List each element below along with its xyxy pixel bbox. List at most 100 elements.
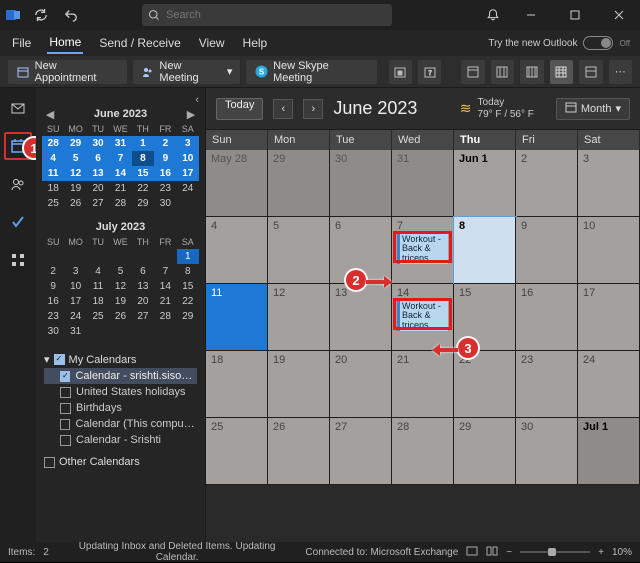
minimize-button[interactable] — [514, 1, 548, 29]
date-range-button[interactable]: Month ▾ — [556, 98, 630, 120]
menu-view[interactable]: View — [197, 33, 227, 53]
mini-cal-day[interactable]: 9 — [154, 151, 176, 166]
day-cell[interactable]: 23 — [516, 351, 578, 418]
zoom-slider[interactable] — [520, 551, 590, 553]
zoom-out-icon[interactable]: − — [506, 547, 512, 558]
day-cell[interactable]: 5 — [268, 217, 330, 284]
mini-cal-day[interactable]: 24 — [64, 309, 86, 324]
mini-cal-day[interactable]: 5 — [64, 151, 86, 166]
day-cell[interactable]: 17 — [578, 284, 640, 351]
mini-cal-day[interactable]: 28 — [42, 136, 64, 151]
mini-cal-day[interactable]: 6 — [132, 264, 154, 279]
mini-cal-day[interactable]: 30 — [154, 196, 176, 211]
mini-calendar-july[interactable]: July 2023 SUMOTUWETHFRSA 123456789101112… — [42, 219, 199, 339]
day-cell[interactable]: May 28 — [206, 150, 268, 217]
day-cell[interactable]: Jun 1 — [454, 150, 516, 217]
menu-home[interactable]: Home — [47, 32, 83, 54]
search-box[interactable] — [142, 4, 392, 26]
day-cell[interactable]: 21 — [392, 351, 454, 418]
calendar-list-item[interactable]: Calendar (This computer... — [44, 416, 197, 432]
day-cell[interactable]: 10 — [578, 217, 640, 284]
calendar-group-my[interactable]: ▾ My Calendars — [44, 351, 197, 368]
view-day-button[interactable] — [461, 60, 484, 84]
maximize-button[interactable] — [558, 1, 592, 29]
mini-cal-day[interactable]: 12 — [64, 166, 86, 181]
day-cell[interactable]: 27 — [330, 418, 392, 485]
mini-cal-day[interactable] — [87, 249, 109, 264]
search-input[interactable] — [166, 9, 386, 21]
mini-cal-day[interactable]: 20 — [132, 294, 154, 309]
menu-send-receive[interactable]: Send / Receive — [97, 33, 182, 53]
mini-cal-day[interactable]: 7 — [109, 151, 131, 166]
calendar-list-item[interactable]: Birthdays — [44, 400, 197, 416]
mini-cal-day[interactable]: 31 — [64, 324, 86, 339]
mini-cal-day[interactable]: 19 — [109, 294, 131, 309]
mini-cal-day[interactable]: 12 — [109, 279, 131, 294]
mini-cal-next-icon[interactable]: ▶ — [185, 108, 197, 120]
mini-cal-day[interactable]: 13 — [87, 166, 109, 181]
mini-cal-day[interactable]: 23 — [42, 309, 64, 324]
month-grid[interactable]: May 28293031Jun 1234567Workout - Back & … — [206, 150, 640, 542]
new-meeting-button[interactable]: New Meeting ▾ — [133, 60, 241, 84]
calendar-list-item[interactable]: United States holidays — [44, 384, 197, 400]
collapse-sidebar-icon[interactable]: ‹ — [195, 94, 199, 106]
mini-cal-day[interactable]: 16 — [42, 294, 64, 309]
mini-cal-day[interactable] — [87, 324, 109, 339]
mini-cal-day[interactable]: 26 — [64, 196, 86, 211]
mini-cal-day[interactable]: 2 — [42, 264, 64, 279]
mini-cal-day[interactable]: 21 — [154, 294, 176, 309]
mini-cal-day[interactable]: 24 — [177, 181, 199, 196]
mini-cal-day[interactable]: 9 — [42, 279, 64, 294]
new-appointment-button[interactable]: New Appointment — [8, 60, 127, 84]
calendar-checkbox[interactable] — [60, 387, 71, 398]
day-cell[interactable]: 12 — [268, 284, 330, 351]
mini-cal-day[interactable]: 15 — [177, 279, 199, 294]
calendar-list-item[interactable]: Calendar - Srishti — [44, 432, 197, 448]
undo-icon[interactable] — [60, 4, 82, 26]
view-today-button[interactable] — [389, 60, 412, 84]
mini-cal-day[interactable]: 28 — [109, 196, 131, 211]
nav-mail-icon[interactable] — [4, 94, 32, 122]
mini-cal-day[interactable] — [154, 249, 176, 264]
day-cell[interactable]: 22 — [454, 351, 516, 418]
mini-cal-day[interactable] — [64, 249, 86, 264]
view-month-button[interactable] — [550, 60, 573, 84]
mini-cal-day[interactable]: 27 — [87, 196, 109, 211]
day-cell[interactable]: 2 — [516, 150, 578, 217]
day-cell[interactable]: 28 — [392, 418, 454, 485]
mini-cal-day[interactable]: 4 — [42, 151, 64, 166]
calendar-checkbox[interactable] — [60, 419, 70, 430]
view-next7-button[interactable]: 7 — [418, 60, 441, 84]
day-cell[interactable]: 24 — [578, 351, 640, 418]
group-checkbox[interactable] — [54, 354, 65, 365]
try-new-outlook-toggle[interactable] — [583, 36, 613, 50]
weather-widget[interactable]: ≋ Today 79° F / 56° F — [460, 97, 534, 120]
day-cell[interactable]: 16 — [516, 284, 578, 351]
mini-cal-day[interactable]: 5 — [109, 264, 131, 279]
mini-cal-day[interactable] — [42, 249, 64, 264]
mini-cal-day[interactable]: 31 — [109, 136, 131, 151]
mini-cal-day[interactable]: 14 — [109, 166, 131, 181]
mini-cal-day[interactable]: 16 — [154, 166, 176, 181]
mini-cal-day[interactable]: 15 — [132, 166, 154, 181]
group-checkbox[interactable] — [44, 457, 55, 468]
mini-cal-day[interactable]: 18 — [87, 294, 109, 309]
calendar-checkbox[interactable] — [60, 435, 71, 446]
mini-cal-day[interactable]: 22 — [177, 294, 199, 309]
day-cell[interactable]: 19 — [268, 351, 330, 418]
day-cell[interactable]: 30 — [516, 418, 578, 485]
view-week-button[interactable] — [520, 60, 543, 84]
prev-month-button[interactable]: ‹ — [273, 99, 293, 119]
mini-cal-day[interactable]: 22 — [132, 181, 154, 196]
mini-cal-day[interactable]: 29 — [177, 309, 199, 324]
view-workweek-button[interactable] — [491, 60, 514, 84]
mini-cal-day[interactable]: 25 — [42, 196, 64, 211]
day-cell[interactable]: 18 — [206, 351, 268, 418]
zoom-in-icon[interactable]: + — [598, 547, 604, 558]
mini-cal-day[interactable]: 29 — [132, 196, 154, 211]
mini-cal-day[interactable] — [154, 324, 176, 339]
day-cell[interactable]: 29 — [454, 418, 516, 485]
mini-cal-day[interactable]: 19 — [64, 181, 86, 196]
mini-cal-day[interactable]: 25 — [87, 309, 109, 324]
calendar-group-other[interactable]: Other Calendars — [44, 454, 197, 470]
